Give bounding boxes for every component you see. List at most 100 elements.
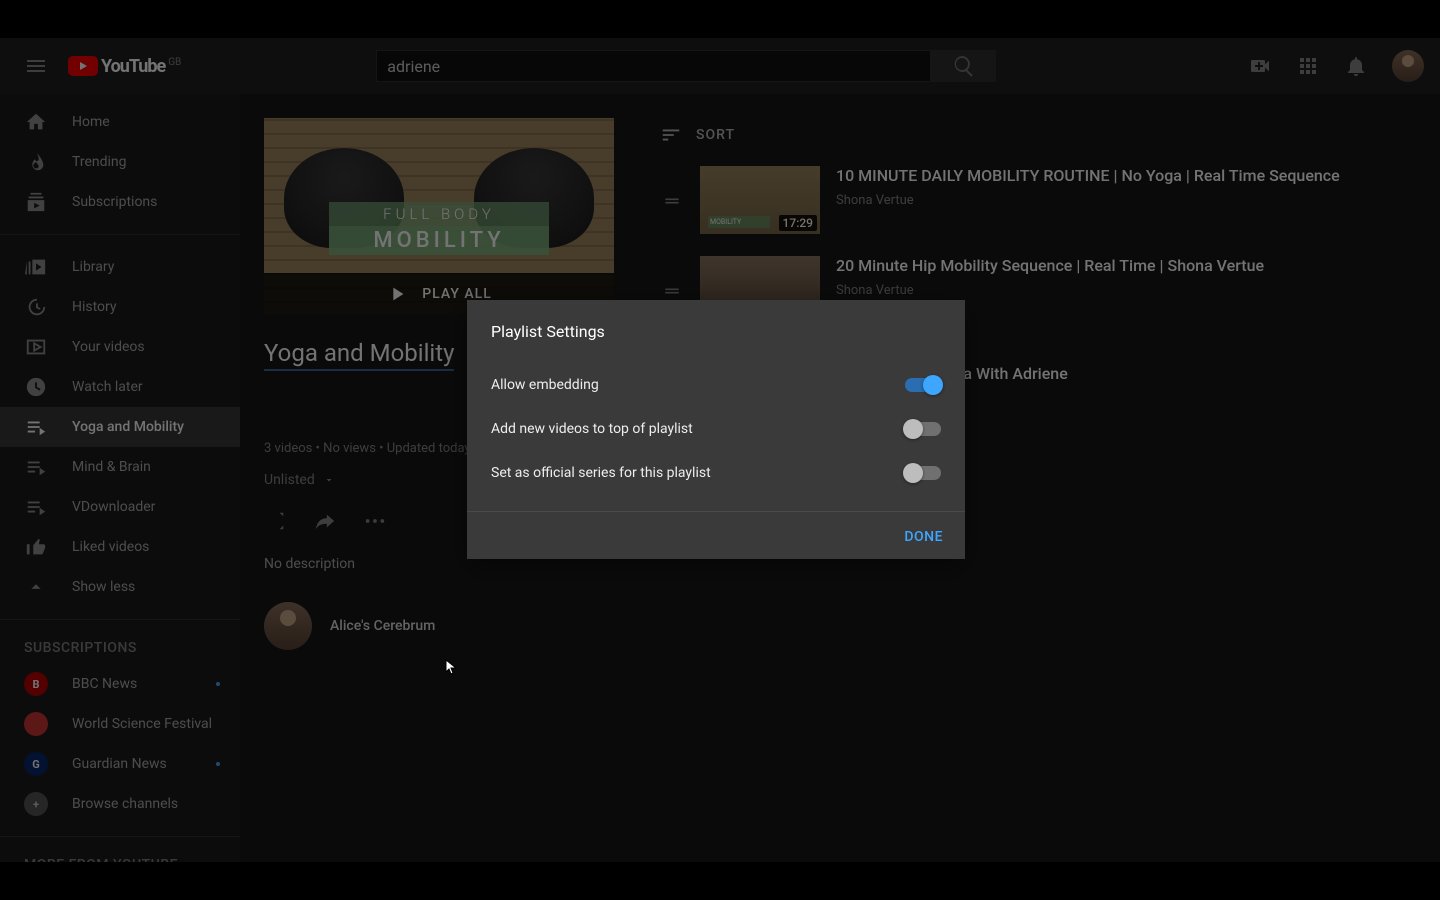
apps-icon[interactable] [1296,54,1320,78]
playlist-icon [25,456,47,478]
toggle-allow-embedding[interactable] [905,378,941,392]
sidebar-item-vdownloader[interactable]: VDownloader [0,487,240,527]
sidebar-item-label: Your videos [72,339,145,355]
thumbnail-text: FULL BODY MOBILITY [329,202,549,255]
sidebar-item-subscriptions[interactable]: Subscriptions [0,182,240,222]
notifications-icon[interactable] [1344,54,1368,78]
thumb-up-icon [25,536,47,558]
sidebar-sub-guardian[interactable]: G Guardian News [0,744,240,784]
sidebar-item-label: VDownloader [72,499,155,515]
visibility-label: Unlisted [264,472,315,488]
sidebar-item-yoga-mobility[interactable]: Yoga and Mobility [0,407,240,447]
playlist-settings-modal: Playlist Settings Allow embedding Add ne… [467,300,965,559]
header-actions [1248,50,1424,82]
thumbnail-text-line1: FULL BODY [329,202,549,226]
sidebar-item-label: History [72,299,117,315]
toggle-add-to-top[interactable] [905,422,941,436]
sidebar-item-label: Home [72,114,110,130]
setting-row-embedding: Allow embedding [491,363,941,407]
playlist-title[interactable]: Yoga and Mobility [264,339,454,371]
sidebar-item-liked[interactable]: Liked videos [0,527,240,567]
caret-down-icon [323,474,335,486]
sidebar-item-label: Trending [72,154,127,170]
setting-label: Add new videos to top of playlist [491,421,693,437]
video-channel[interactable]: Shona Vertue [836,283,1264,298]
menu-button[interactable] [16,46,56,86]
trending-icon [25,151,47,173]
sidebar-item-label: Yoga and Mobility [72,419,184,435]
sidebar-divider [0,836,240,837]
sidebar-item-watch-later[interactable]: Watch later [0,367,240,407]
your-videos-icon [25,336,47,358]
play-icon [386,283,408,305]
setting-label: Set as official series for this playlist [491,465,711,481]
toggle-official-series[interactable] [905,466,941,480]
video-channel[interactable]: Shona Vertue [836,193,1340,208]
youtube-logo[interactable]: YouTube GB [68,56,181,77]
search-button[interactable] [931,50,996,82]
user-avatar[interactable] [1392,50,1424,82]
subscriptions-icon [25,191,47,213]
sidebar-item-history[interactable]: History [0,287,240,327]
history-icon [25,296,47,318]
video-thumbnail[interactable]: MOBILITY 17:29 [700,166,820,234]
sidebar-item-library[interactable]: Library [0,247,240,287]
app-header: YouTube GB [0,38,1440,94]
sidebar-item-home[interactable]: Home [0,102,240,142]
sidebar-divider [0,234,240,235]
sidebar-browse-channels[interactable]: + Browse channels [0,784,240,824]
playlist-hero-thumbnail[interactable]: FULL BODY MOBILITY PLAY ALL [264,118,614,315]
sidebar-item-label: Watch later [72,379,143,395]
video-info: 10 MINUTE DAILY MOBILITY ROUTINE | No Yo… [836,166,1340,208]
sidebar-item-your-videos[interactable]: Your videos [0,327,240,367]
sidebar-item-label: BBC News [72,676,137,692]
sidebar-item-label: Liked videos [72,539,149,555]
plus-circle-icon: + [24,792,48,816]
sidebar-item-show-less[interactable]: Show less [0,567,240,607]
video-title[interactable]: 10 MINUTE DAILY MOBILITY ROUTINE | No Yo… [836,166,1340,187]
video-info: 20 Minute Hip Mobility Sequence | Real T… [836,256,1264,298]
playlist-author[interactable]: Alice's Cerebrum [264,602,1416,650]
sidebar-item-label: Browse channels [72,796,178,812]
youtube-play-icon [68,56,98,76]
thumbnail-text-line2: MOBILITY [329,226,549,255]
brand-text: YouTube [101,56,165,77]
drag-icon [662,281,682,301]
sidebar-item-label: Show less [72,579,135,595]
sidebar-subscriptions-heading: SUBSCRIPTIONS [0,632,240,664]
modal-title: Playlist Settings [491,322,941,341]
new-content-dot [216,762,220,766]
sidebar-sub-wsf[interactable]: World Science Festival [0,704,240,744]
search-input[interactable] [376,50,931,82]
sidebar-item-label: Mind & Brain [72,459,151,475]
sidebar-item-mind-brain[interactable]: Mind & Brain [0,447,240,487]
channel-avatar-icon [24,712,48,736]
video-duration: 17:29 [779,215,817,231]
home-icon [25,111,47,133]
new-content-dot [216,682,220,686]
sidebar-divider [0,619,240,620]
setting-row-official-series: Set as official series for this playlist [491,451,941,495]
sidebar-sub-bbc[interactable]: B BBC News [0,664,240,704]
hamburger-icon [24,54,48,78]
done-button[interactable]: DONE [904,529,943,545]
shuffle-icon[interactable] [264,510,286,532]
drag-handle[interactable] [660,166,684,211]
setting-label: Allow embedding [491,377,599,393]
create-video-icon[interactable] [1248,54,1272,78]
author-name: Alice's Cerebrum [330,618,435,634]
video-row[interactable]: MOBILITY 17:29 10 MINUTE DAILY MOBILITY … [660,166,1416,234]
share-icon[interactable] [314,510,336,532]
more-icon[interactable] [364,510,386,532]
clock-icon [25,376,47,398]
search-icon [952,54,976,78]
sidebar-item-trending[interactable]: Trending [0,142,240,182]
window-letterbox-top [0,0,1440,38]
chevron-up-icon [25,576,47,598]
sidebar-more-heading: MORE FROM YOUTUBE [0,849,240,862]
sidebar-item-label: Guardian News [72,756,167,772]
drag-handle[interactable] [660,256,684,301]
video-title[interactable]: 20 Minute Hip Mobility Sequence | Real T… [836,256,1264,277]
sort-button[interactable]: SORT [660,118,1416,146]
playlist-icon [25,416,47,438]
